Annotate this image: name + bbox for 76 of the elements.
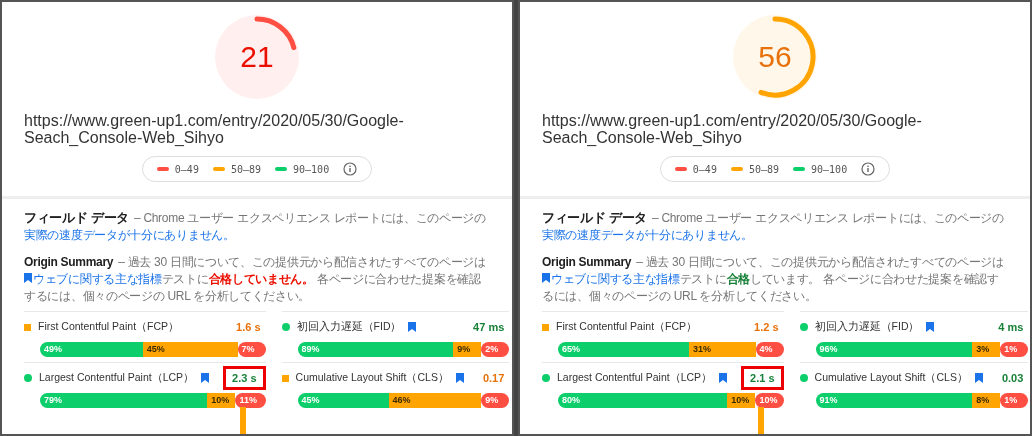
- metric-value: 2.3 s: [223, 366, 266, 390]
- metric-value: 0.03: [1000, 371, 1025, 386]
- bookmark-icon[interactable]: [974, 373, 983, 383]
- info-icon[interactable]: [343, 162, 358, 176]
- distribution-segment: 2%: [481, 342, 510, 357]
- speed-data-link[interactable]: 実際の速度データが十分にありません。: [24, 228, 235, 242]
- legend-label: 0–49: [692, 163, 717, 175]
- distribution-segment: 8%: [972, 393, 1001, 408]
- distribution-segment: 91%: [815, 393, 973, 408]
- dot-icon: [281, 323, 290, 331]
- distribution-segment: 89%: [297, 342, 454, 357]
- dot-icon: [799, 323, 808, 331]
- distribution-segment: 9%: [481, 393, 510, 408]
- web-vitals-link[interactable]: ウェブに関する主な指標: [24, 272, 162, 286]
- metric-name: Cumulative Layout Shift（CLS）: [295, 371, 449, 385]
- distribution-segment: 49%: [40, 342, 143, 357]
- dot-icon: [24, 374, 32, 382]
- distribution-segment: 45%: [142, 342, 238, 357]
- legend-label: 50–89: [230, 163, 262, 175]
- page-url: https://www.green-up1.com/entry/2020/05/30/Google-Seach_Console-Web_Sihyo: [24, 112, 405, 146]
- page-url: https://www.green-up1.com/entry/2020/05/30/Google-Seach_Console-Web_Sihyo: [542, 112, 923, 146]
- score-value: 56: [757, 40, 793, 74]
- legend-label: 90–100: [811, 163, 848, 175]
- square-icon: [24, 323, 31, 331]
- legend-label: 50–89: [748, 163, 780, 175]
- distribution-segment: 10%: [727, 393, 756, 408]
- square-icon: [281, 374, 289, 382]
- distribution-segment: 10%: [755, 393, 784, 408]
- origin-summary-text: Origin Summary – 過去 30 日間について、この提供元から配信されたすべてのページは ウェブに関する主な指標テストに合格していません。 各ページに合わせた提案を確認するには、個々のページの URL を分析してください。: [24, 254, 487, 305]
- bookmark-icon: [24, 273, 32, 283]
- metric-name: Largest Contentful Paint（LCP）: [557, 371, 713, 385]
- metric-value: 4 ms: [997, 320, 1025, 335]
- bookmark-icon[interactable]: [455, 373, 464, 383]
- dot-icon: [799, 374, 808, 382]
- distribution-segment: 11%: [235, 393, 266, 408]
- metric-value: 0.17: [481, 371, 506, 386]
- speed-data-link[interactable]: 実際の速度データが十分にありません。: [542, 228, 753, 242]
- distribution-segment: 4%: [755, 342, 784, 357]
- metric-name: First Contentful Paint（FCP）: [556, 320, 698, 334]
- metric-value: 47 ms: [472, 320, 506, 335]
- metric-name: First Contentful Paint（FCP）: [38, 320, 180, 334]
- metric-name: 初回入力遅延（FID）: [814, 320, 920, 334]
- field-data-description: フィールド データ – Chrome ユーザー エクスペリエンス レポートには、このページの 実際の速度データが十分にありません。: [24, 209, 487, 244]
- bookmark-icon: [542, 273, 550, 283]
- bookmark-icon[interactable]: [408, 322, 417, 332]
- web-vitals-link[interactable]: ウェブに関する主な指標: [542, 272, 680, 286]
- legend-label: 90–100: [293, 163, 330, 175]
- field-data-description: フィールド データ – Chrome ユーザー エクスペリエンス レポートには、このページの 実際の速度データが十分にありません。: [542, 209, 1005, 244]
- origin-summary-text: Origin Summary – 過去 30 日間について、この提供元から配信されたすべてのページは ウェブに関する主な指標テストに合格しています。 各ページに合わせた提案を確認するには、個々のページの URL を分析してください。: [542, 254, 1005, 305]
- bookmark-icon[interactable]: [926, 322, 935, 332]
- metric-name: Cumulative Layout Shift（CLS）: [814, 371, 968, 385]
- legend-label: 0–49: [174, 163, 199, 175]
- distribution-segment: 1%: [1000, 393, 1029, 408]
- bookmark-icon[interactable]: [719, 373, 728, 383]
- distribution-segment: 65%: [558, 342, 689, 357]
- distribution-segment: 7%: [237, 342, 266, 357]
- square-icon: [542, 323, 549, 331]
- dot-icon: [542, 374, 550, 382]
- distribution-segment: 45%: [297, 393, 389, 408]
- score-value: 21: [239, 40, 275, 74]
- distribution-segment: 31%: [688, 342, 756, 357]
- metric-value: 1.6 s: [235, 320, 262, 335]
- distribution-segment: 3%: [972, 342, 1001, 357]
- info-icon[interactable]: [861, 162, 876, 176]
- distribution-segment: 96%: [815, 342, 973, 357]
- distribution-segment: 9%: [453, 342, 482, 357]
- metric-name: Largest Contentful Paint（LCP）: [39, 371, 195, 385]
- metric-name: 初回入力遅延（FID）: [296, 320, 402, 334]
- distribution-segment: 10%: [207, 393, 236, 408]
- distribution-segment: 80%: [558, 393, 728, 408]
- distribution-segment: 1%: [1000, 342, 1029, 357]
- distribution-segment: 79%: [40, 393, 208, 408]
- metric-value: 1.2 s: [753, 320, 780, 335]
- metric-value: 2.1 s: [741, 366, 784, 390]
- distribution-segment: 46%: [388, 393, 482, 408]
- bookmark-icon[interactable]: [201, 373, 210, 383]
